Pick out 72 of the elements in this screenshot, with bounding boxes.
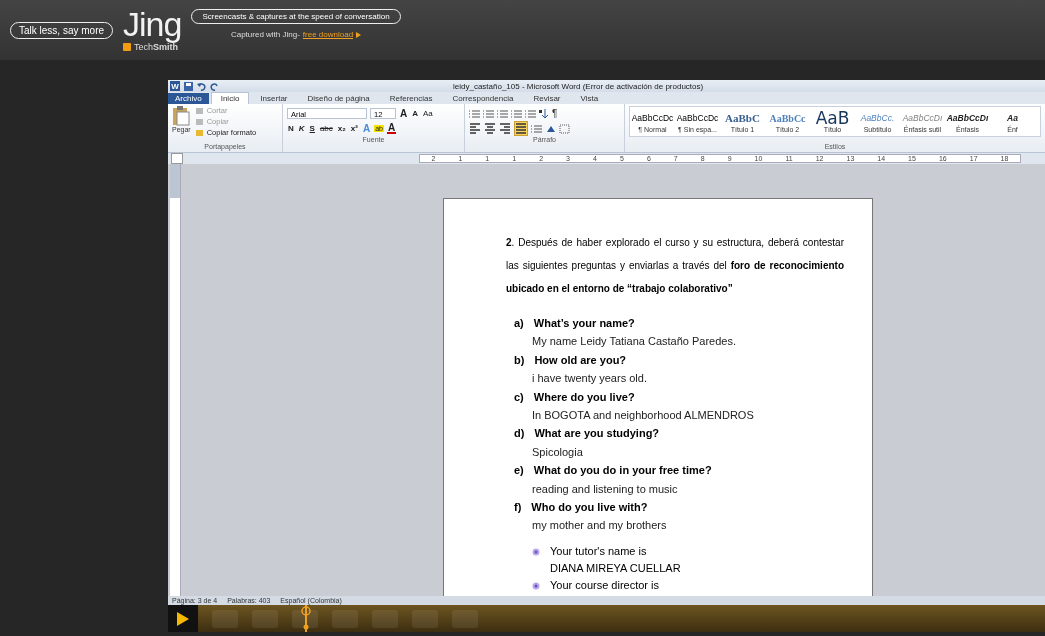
- ribbon-tab[interactable]: Diseño de página: [298, 93, 379, 104]
- format-button[interactable]: x²: [349, 124, 359, 133]
- format-button[interactable]: N: [287, 124, 295, 133]
- play-button[interactable]: [168, 605, 198, 632]
- question-text: What do you do in your free time?: [533, 463, 712, 479]
- ribbon-tab[interactable]: Vista: [571, 93, 608, 104]
- bullet-text: DIANA MIREYA CUELLAR: [550, 560, 681, 576]
- question-letter: a): [514, 316, 524, 331]
- tab-selector[interactable]: [171, 153, 183, 164]
- play-icon: [177, 611, 189, 626]
- bullet-text: Your course director is: [550, 577, 660, 593]
- ribbon-tab[interactable]: Referencias: [380, 93, 442, 104]
- answer-text: my mother and my brothers: [531, 518, 668, 534]
- word-logo[interactable]: W: [170, 81, 180, 91]
- ribbon-tab[interactable]: Archivo: [168, 93, 209, 104]
- question-text: What’s your name?: [533, 316, 635, 331]
- font-size-button[interactable]: A: [399, 108, 409, 119]
- taskbar-icon: [412, 609, 438, 628]
- square-icon: [123, 43, 132, 51]
- align-button[interactable]: [514, 121, 528, 136]
- sort-icon: [539, 108, 549, 119]
- format-button[interactable]: A: [387, 123, 397, 134]
- window-title: leidy_castaño_105 - Microsoft Word (Error de activación de productos): [453, 81, 704, 91]
- taskbar-icon: [252, 609, 278, 628]
- scrubber-handle[interactable]: [300, 605, 312, 632]
- align-button[interactable]: [469, 122, 481, 135]
- redo-icon: [210, 81, 219, 91]
- answer-text: i have twenty years old.: [531, 371, 648, 387]
- borders-icon: [559, 123, 570, 134]
- question-letter: c): [514, 389, 524, 405]
- bullet-text: Your tutor's name is: [550, 543, 648, 559]
- align-button[interactable]: [484, 122, 496, 135]
- question-letter: f): [514, 500, 522, 516]
- captured-text: Captured with Jing-: [230, 30, 300, 39]
- question-letter: b): [514, 352, 525, 368]
- ribbon-tab[interactable]: Correspondencia: [443, 93, 523, 104]
- format-button[interactable]: abc: [318, 124, 334, 133]
- question-text: What are you studying?: [534, 426, 660, 442]
- taskbar-icon: [332, 609, 358, 628]
- save-icon: [184, 81, 193, 91]
- align-button[interactable]: [499, 122, 511, 135]
- vendor-name: TechSmith: [134, 42, 179, 52]
- question-letter: e): [514, 463, 524, 479]
- format-button[interactable]: K: [297, 124, 306, 133]
- taskbar-icon: [452, 609, 478, 628]
- answer-text: Spicologia: [531, 444, 584, 460]
- pilcrow-button[interactable]: ¶: [552, 108, 558, 119]
- bullet-list-icon: [469, 108, 480, 119]
- undo-icon: [197, 81, 206, 91]
- ribbon-tab[interactable]: Revisar: [524, 93, 570, 104]
- font-size-button[interactable]: A: [411, 109, 419, 118]
- format-button[interactable]: S: [308, 124, 316, 133]
- bullet-icon: [532, 547, 540, 556]
- font-size-button[interactable]: Aa: [422, 109, 434, 118]
- clipboard-icon: [172, 106, 191, 126]
- question-text: How old are you?: [534, 352, 627, 368]
- download-link[interactable]: free download: [302, 30, 354, 39]
- answer-text: In BOGOTA and neighborhood ALMENDROS: [531, 408, 755, 424]
- ribbon-tab[interactable]: Insertar: [251, 93, 297, 104]
- answer-text: reading and listening to music: [531, 481, 679, 497]
- taskbar-icon: [372, 609, 398, 628]
- ribbon-tab[interactable]: Inicio: [210, 92, 250, 104]
- taskbar-icon: [212, 609, 238, 628]
- question-text: Where do you live?: [533, 389, 635, 405]
- question-letter: d): [514, 426, 525, 442]
- triangle-icon: [356, 31, 362, 38]
- taskbar-icon: [292, 609, 318, 628]
- intro-paragraph: 2. Después de haber explorado el curso y su estructura, deberá contestar las siguientes preguntas y enviarlas a través del foro de reconocimiento ubicado en el entorno de “trabajo colaborativo”: [506, 236, 844, 296]
- format-button[interactable]: x₂: [336, 124, 347, 133]
- answer-text: My name Leidy Tatiana Castaño Paredes.: [531, 334, 738, 350]
- bullet-icon: [532, 581, 540, 590]
- question-text: Who do you live with?: [531, 500, 648, 516]
